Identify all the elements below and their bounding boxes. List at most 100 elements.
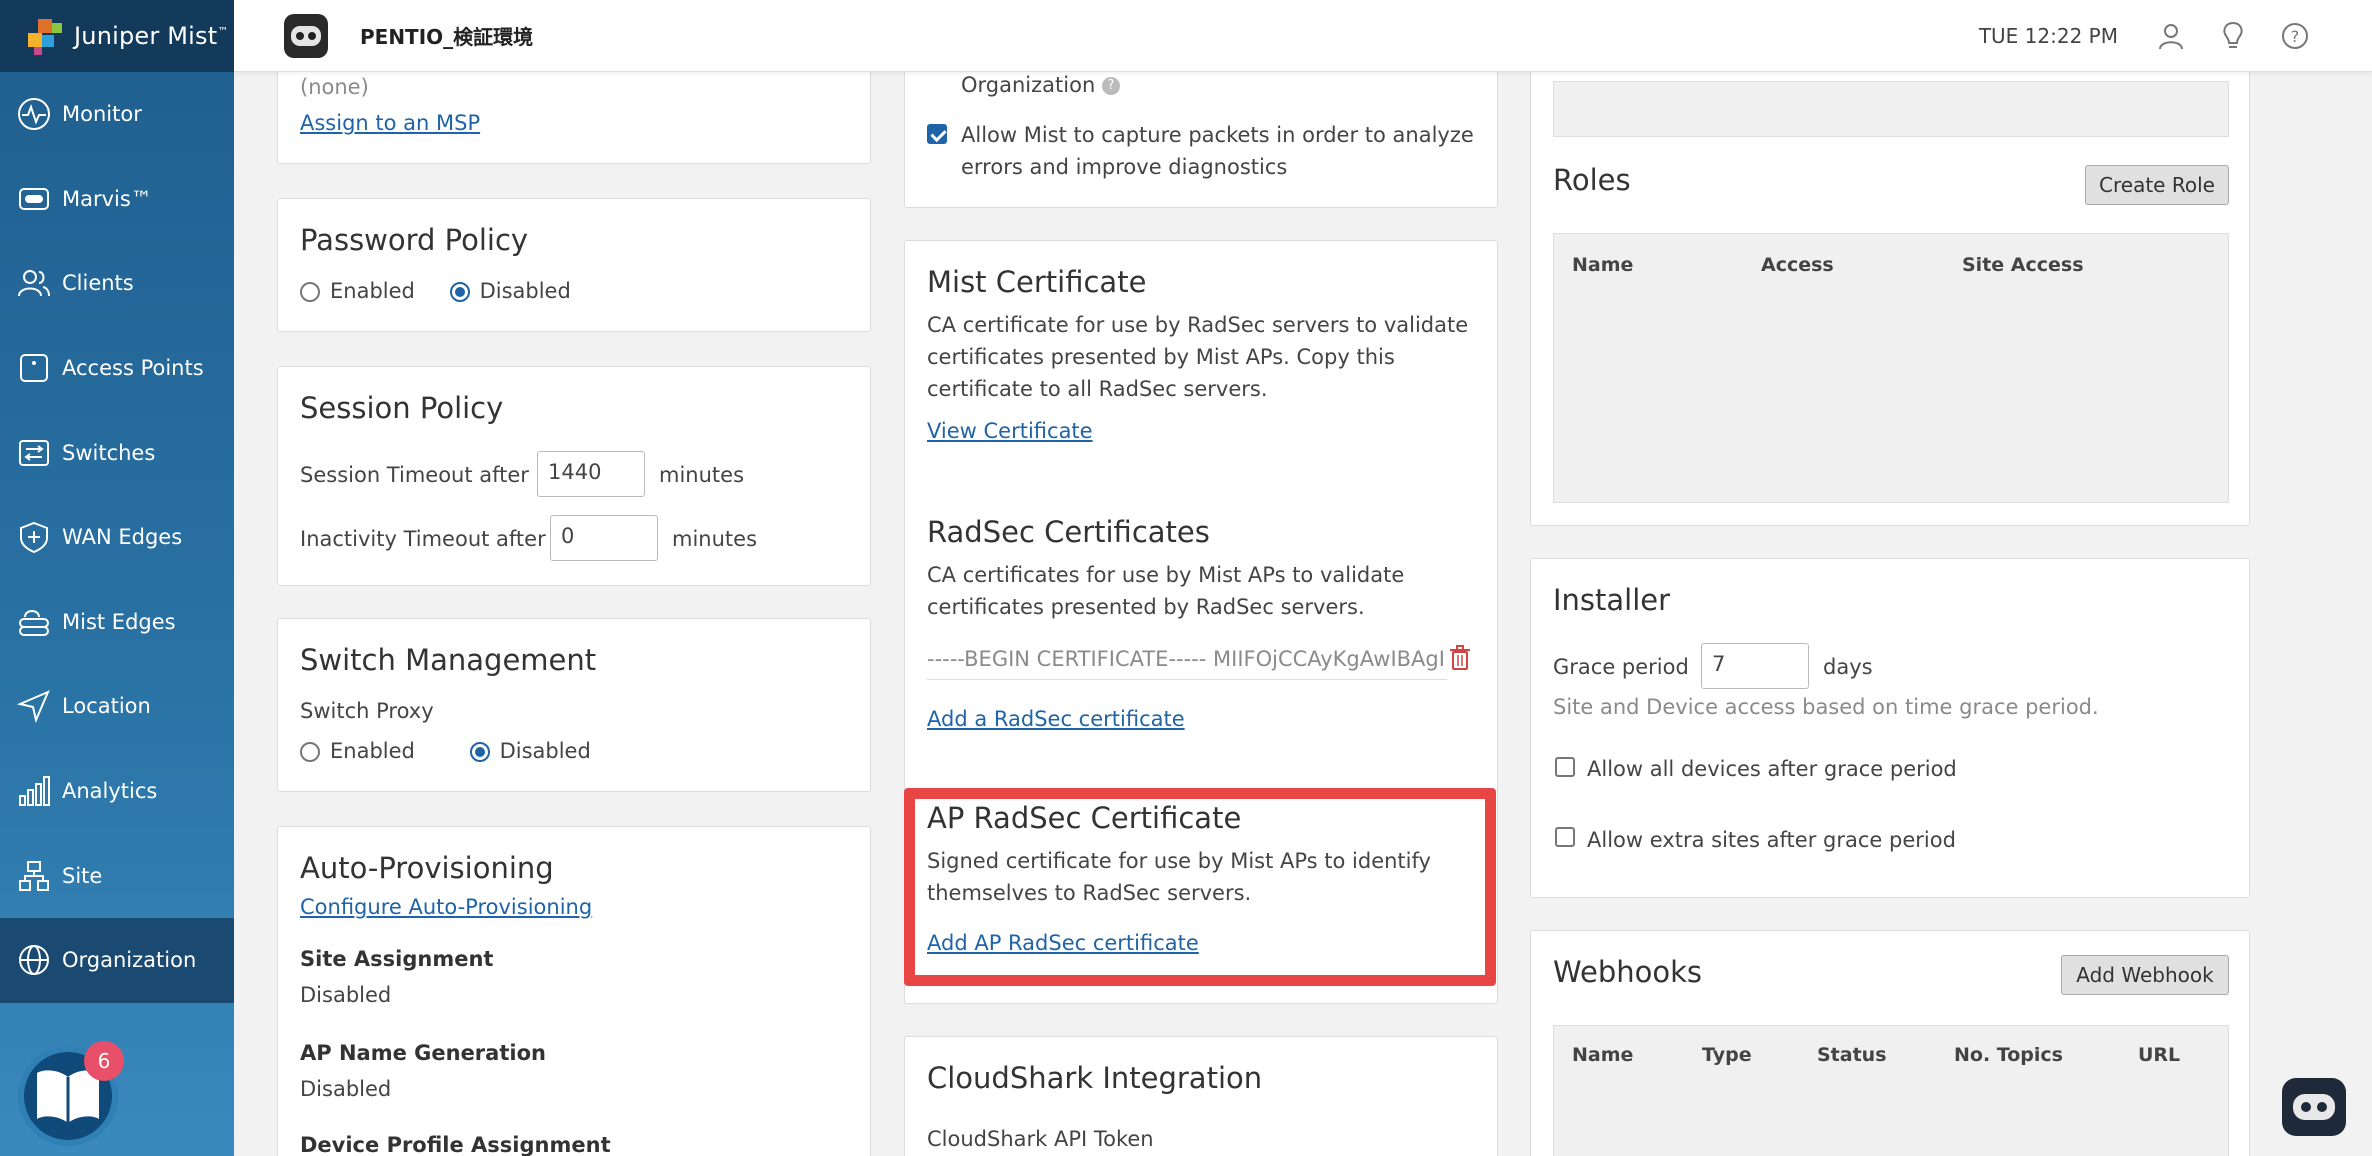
password-disabled-radio[interactable] bbox=[449, 282, 470, 302]
roles-card: Roles Create Role Name Access Site Acces… bbox=[1530, 60, 2250, 526]
analytics-icon bbox=[16, 773, 52, 809]
session-policy-title: Session Policy bbox=[300, 391, 504, 425]
create-role-button[interactable]: Create Role bbox=[2085, 165, 2229, 205]
lightbulb-icon[interactable] bbox=[2216, 19, 2250, 53]
radsec-certificate-entry[interactable]: -----BEGIN CERTIFICATE----- MIIFOjCCAyKg… bbox=[927, 643, 1447, 680]
mist-edge-icon bbox=[16, 604, 52, 640]
webhooks-col-topics[interactable]: No. Topics bbox=[1954, 1044, 2063, 1066]
nav-item-monitor[interactable]: Monitor bbox=[0, 72, 234, 157]
nav-item-label: WAN Edges bbox=[62, 525, 183, 550]
nav-item-mist-edges[interactable]: Mist Edges bbox=[0, 580, 234, 665]
switches-icon bbox=[16, 435, 52, 471]
nav-item-label: Organization bbox=[62, 948, 197, 973]
nav-item-label: Clients bbox=[62, 271, 134, 296]
auto-provisioning-title: Auto-Provisioning bbox=[300, 851, 554, 885]
marvis-bot-icon[interactable] bbox=[284, 13, 328, 58]
switch-proxy-enabled-radio[interactable] bbox=[300, 742, 320, 762]
capture-packets-checkbox[interactable] bbox=[927, 123, 947, 144]
add-radsec-certificate-link[interactable]: Add a RadSec certificate bbox=[927, 707, 1185, 731]
nav-item-label: Monitor bbox=[62, 102, 142, 127]
nav-item-label: Switches bbox=[62, 440, 156, 465]
nav-item-access-points[interactable]: Access Points bbox=[0, 326, 234, 411]
nav-item-label: Site bbox=[62, 863, 103, 888]
webhooks-col-url[interactable]: URL bbox=[2138, 1044, 2180, 1066]
nav-item-site[interactable]: Site bbox=[0, 833, 234, 918]
svg-text:?: ? bbox=[2291, 27, 2300, 46]
brand[interactable]: Juniper Mist™ bbox=[0, 0, 234, 72]
help-icon[interactable]: ? bbox=[2278, 19, 2312, 53]
configure-auto-provisioning-link[interactable]: Configure Auto-Provisioning bbox=[300, 895, 592, 919]
organization-icon bbox=[16, 942, 52, 978]
msp-value: (none) bbox=[300, 75, 369, 99]
allow-devices-checkbox[interactable] bbox=[1555, 757, 1575, 777]
wan-edge-icon bbox=[16, 519, 52, 555]
allow-sites-checkbox[interactable] bbox=[1555, 827, 1575, 847]
allow-devices-label: Allow all devices after grace period bbox=[1587, 757, 1957, 781]
site-selector[interactable]: PENTIO_検証環境 bbox=[360, 21, 533, 50]
chatbot-icon[interactable] bbox=[2282, 1078, 2346, 1136]
nav-item-clients[interactable]: Clients bbox=[0, 241, 234, 326]
nav-item-organization[interactable]: Organization bbox=[0, 917, 234, 1003]
switch-proxy-disabled-radio[interactable] bbox=[469, 742, 490, 762]
monitor-icon bbox=[16, 96, 52, 132]
nav-item-switches[interactable]: Switches bbox=[0, 410, 234, 495]
webhooks-col-name[interactable]: Name bbox=[1572, 1044, 1633, 1066]
marvis-icon bbox=[16, 181, 52, 217]
clock: TUE 12:22 PM bbox=[1978, 23, 2118, 48]
cloudshark-card: CloudShark Integration CloudShark API To… bbox=[904, 1036, 1498, 1156]
trash-icon[interactable] bbox=[1449, 645, 1471, 675]
organization-label: Organization ? bbox=[961, 69, 1120, 101]
inactivity-timeout-input[interactable]: 0 bbox=[550, 515, 658, 561]
support-card: Organization ? Allow Mist to capture pac… bbox=[904, 60, 1498, 208]
mist-certificate-title: Mist Certificate bbox=[927, 265, 1147, 299]
webhooks-card: Webhooks Add Webhook Name Type Status No… bbox=[1530, 930, 2250, 1156]
device-profile-label: Device Profile Assignment bbox=[300, 1133, 611, 1156]
inactivity-timeout-unit: minutes bbox=[672, 527, 758, 551]
view-certificate-link[interactable]: View Certificate bbox=[927, 419, 1093, 443]
info-icon: ? bbox=[1101, 77, 1120, 95]
session-policy-card: Session Policy Session Timeout after 144… bbox=[277, 366, 871, 586]
password-enabled-radio[interactable] bbox=[300, 282, 320, 302]
roles-col-site-access[interactable]: Site Access bbox=[1962, 254, 2084, 276]
radsec-certificates-desc: CA certificates for use by Mist APs to v… bbox=[927, 563, 1405, 619]
switch-proxy-label: Switch Proxy bbox=[300, 699, 434, 723]
user-icon[interactable] bbox=[2154, 19, 2188, 53]
switch-proxy-options: Enabled Disabled bbox=[300, 735, 591, 767]
nav-item-location[interactable]: Location bbox=[0, 664, 234, 749]
password-policy-title: Password Policy bbox=[300, 223, 529, 257]
nav-item-analytics[interactable]: Analytics bbox=[0, 749, 234, 834]
mist-certificate-desc: CA certificate for use by RadSec servers… bbox=[927, 313, 1469, 401]
installer-card: Installer Grace period 7 days Site and D… bbox=[1530, 558, 2250, 898]
allow-sites-label: Allow extra sites after grace period bbox=[1587, 828, 1956, 852]
grace-period-input[interactable]: 7 bbox=[1701, 643, 1809, 689]
nav-item-marvis[interactable]: Marvis™ bbox=[0, 157, 234, 242]
roles-col-access[interactable]: Access bbox=[1761, 254, 1834, 276]
sidebar: Juniper Mist™ Monitor Marvis™ Clients Acces… bbox=[0, 0, 234, 1156]
brand-name: Juniper Mist™ bbox=[74, 22, 229, 50]
roles-title: Roles bbox=[1553, 163, 1631, 197]
webhooks-table: Name Type Status No. Topics URL bbox=[1553, 1025, 2229, 1156]
radsec-certificates-title: RadSec Certificates bbox=[927, 515, 1210, 549]
roles-col-name[interactable]: Name bbox=[1572, 254, 1633, 276]
access-point-icon bbox=[16, 350, 52, 386]
assign-msp-link[interactable]: Assign to an MSP bbox=[300, 111, 480, 135]
grace-period-label: Grace period bbox=[1553, 655, 1689, 679]
webhooks-title: Webhooks bbox=[1553, 955, 1702, 989]
webhooks-col-type[interactable]: Type bbox=[1702, 1044, 1752, 1066]
site-assignment-value: Disabled bbox=[300, 983, 392, 1007]
msp-card: (none) Assign to an MSP bbox=[277, 60, 871, 164]
add-webhook-button[interactable]: Add Webhook bbox=[2061, 955, 2229, 995]
installer-title: Installer bbox=[1553, 583, 1671, 617]
nav-menu: Monitor Marvis™ Clients Access Points Switch… bbox=[0, 72, 234, 1003]
inactivity-timeout-label: Inactivity Timeout after bbox=[300, 527, 546, 551]
session-timeout-input[interactable]: 1440 bbox=[537, 451, 645, 497]
capture-packets-label: Allow Mist to capture packets in order t… bbox=[961, 123, 1474, 179]
notification-badge: 6 bbox=[84, 1041, 124, 1081]
site-icon bbox=[16, 858, 52, 894]
webhooks-col-status[interactable]: Status bbox=[1817, 1044, 1887, 1066]
site-assignment-label: Site Assignment bbox=[300, 947, 494, 971]
nav-item-label: Access Points bbox=[62, 356, 204, 381]
clients-icon bbox=[16, 265, 52, 301]
nav-item-wan-edges[interactable]: WAN Edges bbox=[0, 495, 234, 580]
nav-item-label: Analytics bbox=[62, 779, 158, 804]
